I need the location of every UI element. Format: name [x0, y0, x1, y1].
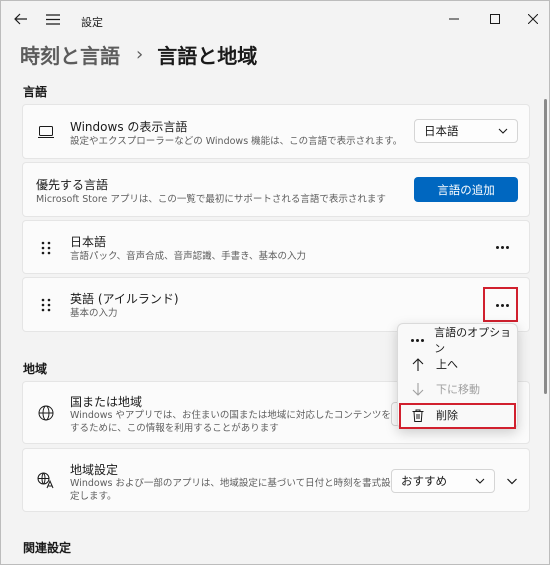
chevron-down-icon — [498, 128, 508, 134]
drag-handle-icon[interactable] — [37, 296, 55, 314]
globe-icon — [37, 404, 55, 422]
regional-format-value: おすすめ — [401, 474, 447, 488]
section-title-region: 地域 — [23, 362, 48, 376]
arrow-up-icon — [406, 352, 430, 376]
language-name: 英語 (アイルランド) — [70, 292, 179, 306]
minimize-icon — [449, 18, 459, 20]
preferred-languages-desc: Microsoft Store アプリは、この一覧で最初にサポートされる言語で表… — [36, 194, 386, 205]
back-button[interactable] — [9, 7, 33, 31]
highlight-remove-item — [399, 403, 516, 429]
nav-menu-button[interactable] — [41, 7, 65, 31]
country-region-title: 国または地域 — [70, 395, 143, 409]
more-icon — [495, 245, 509, 249]
regional-format-dropdown[interactable]: おすすめ — [391, 469, 495, 493]
page-title: 言語と地域 — [157, 43, 258, 68]
language-desc: 言語パック、音声合成、音声認識、手書き、基本の入力 — [70, 251, 306, 262]
display-language-title: Windows の表示言語 — [70, 120, 188, 134]
display-language-value: 日本語 — [424, 124, 459, 138]
more-options-button[interactable] — [486, 231, 518, 263]
maximize-button[interactable] — [480, 7, 510, 31]
language-desc: 基本の入力 — [70, 308, 118, 319]
country-region-desc: Windows やアプリでは、お住まいの国または地域に対応したコンテンツを提供す… — [70, 410, 410, 434]
maximize-icon — [490, 14, 500, 24]
display-language-dropdown[interactable]: 日本語 — [414, 119, 518, 143]
expand-chevron-icon[interactable] — [506, 475, 518, 487]
regional-format-icon — [37, 472, 55, 490]
window-title: 設定 — [81, 16, 103, 29]
breadcrumb-parent[interactable]: 時刻と言語 — [20, 40, 120, 69]
hamburger-icon — [46, 13, 60, 25]
regional-format-title: 地域設定 — [70, 463, 119, 477]
chevron-down-icon — [475, 478, 485, 484]
preferred-languages-card: 優先する言語 Microsoft Store アプリは、この一覧で最初にサポート… — [22, 162, 530, 217]
close-button[interactable] — [518, 7, 548, 31]
menu-item-language-options[interactable]: 言語のオプション — [402, 326, 515, 355]
breadcrumb: 時刻と言語 › 言語と地域 — [20, 39, 257, 69]
breadcrumb-separator: › — [136, 43, 144, 65]
settings-window: 設定 時刻と言語 › 言語と地域 言語 Windows の表示言語 設定やエクス… — [0, 0, 550, 565]
section-title-related: 関連設定 — [23, 541, 72, 555]
back-arrow-icon — [14, 13, 27, 25]
title-bar: 設定 — [1, 1, 550, 37]
regional-format-desc: Windows および一部のアプリは、地域設定に基づいて日付と時刻を書式設定しま… — [70, 478, 391, 502]
language-row-japanese[interactable]: 日本語 言語パック、音声合成、音声認識、手書き、基本の入力 — [22, 220, 530, 274]
menu-item-move-down: 下に移動 — [402, 377, 515, 401]
monitor-icon — [37, 123, 55, 141]
minimize-button[interactable] — [439, 7, 469, 31]
section-title-language: 言語 — [23, 85, 48, 99]
preferred-languages-title: 優先する言語 — [36, 178, 109, 192]
arrow-down-icon — [406, 377, 430, 401]
more-icon — [406, 328, 428, 352]
close-icon — [528, 14, 538, 24]
add-language-button[interactable]: 言語の追加 — [414, 177, 518, 202]
language-name: 日本語 — [70, 235, 107, 249]
menu-item-move-up[interactable]: 上へ — [402, 352, 515, 376]
highlight-more-button — [483, 287, 518, 322]
display-language-desc: 設定やエクスプローラーなどの Windows 機能は、この言語で表示されます。 — [70, 136, 403, 147]
display-language-card: Windows の表示言語 設定やエクスプローラーなどの Windows 機能は… — [22, 104, 530, 159]
regional-format-card[interactable]: 地域設定 Windows および一部のアプリは、地域設定に基づいて日付と時刻を書… — [22, 448, 530, 512]
drag-handle-icon[interactable] — [37, 239, 55, 257]
scrollbar[interactable] — [544, 99, 547, 394]
